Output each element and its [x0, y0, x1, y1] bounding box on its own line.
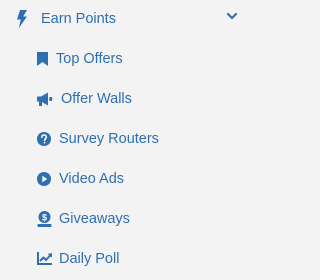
earn-points-header[interactable]: Earn Points: [0, 0, 252, 40]
earn-points-menu: Earn Points Top Offers Offer Walls Surve…: [0, 0, 252, 280]
menu-item-survey-routers[interactable]: Survey Routers: [0, 120, 252, 156]
menu-item-top-offers[interactable]: Top Offers: [0, 40, 252, 76]
svg-text:$: $: [42, 212, 47, 222]
chevron-down-icon[interactable]: [226, 10, 238, 22]
menu-item-video-ads[interactable]: Video Ads: [0, 160, 252, 196]
menu-item-label: Daily Poll: [59, 251, 120, 267]
menu-item-label: Offer Walls: [61, 91, 132, 107]
menu-item-label: Giveaways: [59, 211, 130, 227]
menu-item-label: Video Ads: [59, 171, 125, 187]
gift-coin-icon: $: [37, 211, 52, 227]
bolt-icon: [16, 10, 28, 28]
play-circle-icon: [37, 172, 51, 186]
menu-item-daily-poll[interactable]: Daily Poll: [0, 240, 252, 276]
line-chart-icon: [37, 252, 52, 265]
menu-item-label: Top Offers: [56, 51, 123, 67]
menu-item-offer-walls[interactable]: Offer Walls: [0, 80, 252, 116]
earn-points-title: Earn Points: [41, 11, 116, 27]
question-circle-icon: [37, 132, 51, 146]
menu-item-giveaways[interactable]: $ Giveaways: [0, 200, 252, 236]
megaphone-icon: [37, 92, 53, 106]
menu-item-label: Survey Routers: [59, 131, 159, 147]
bookmark-icon: [37, 52, 48, 66]
